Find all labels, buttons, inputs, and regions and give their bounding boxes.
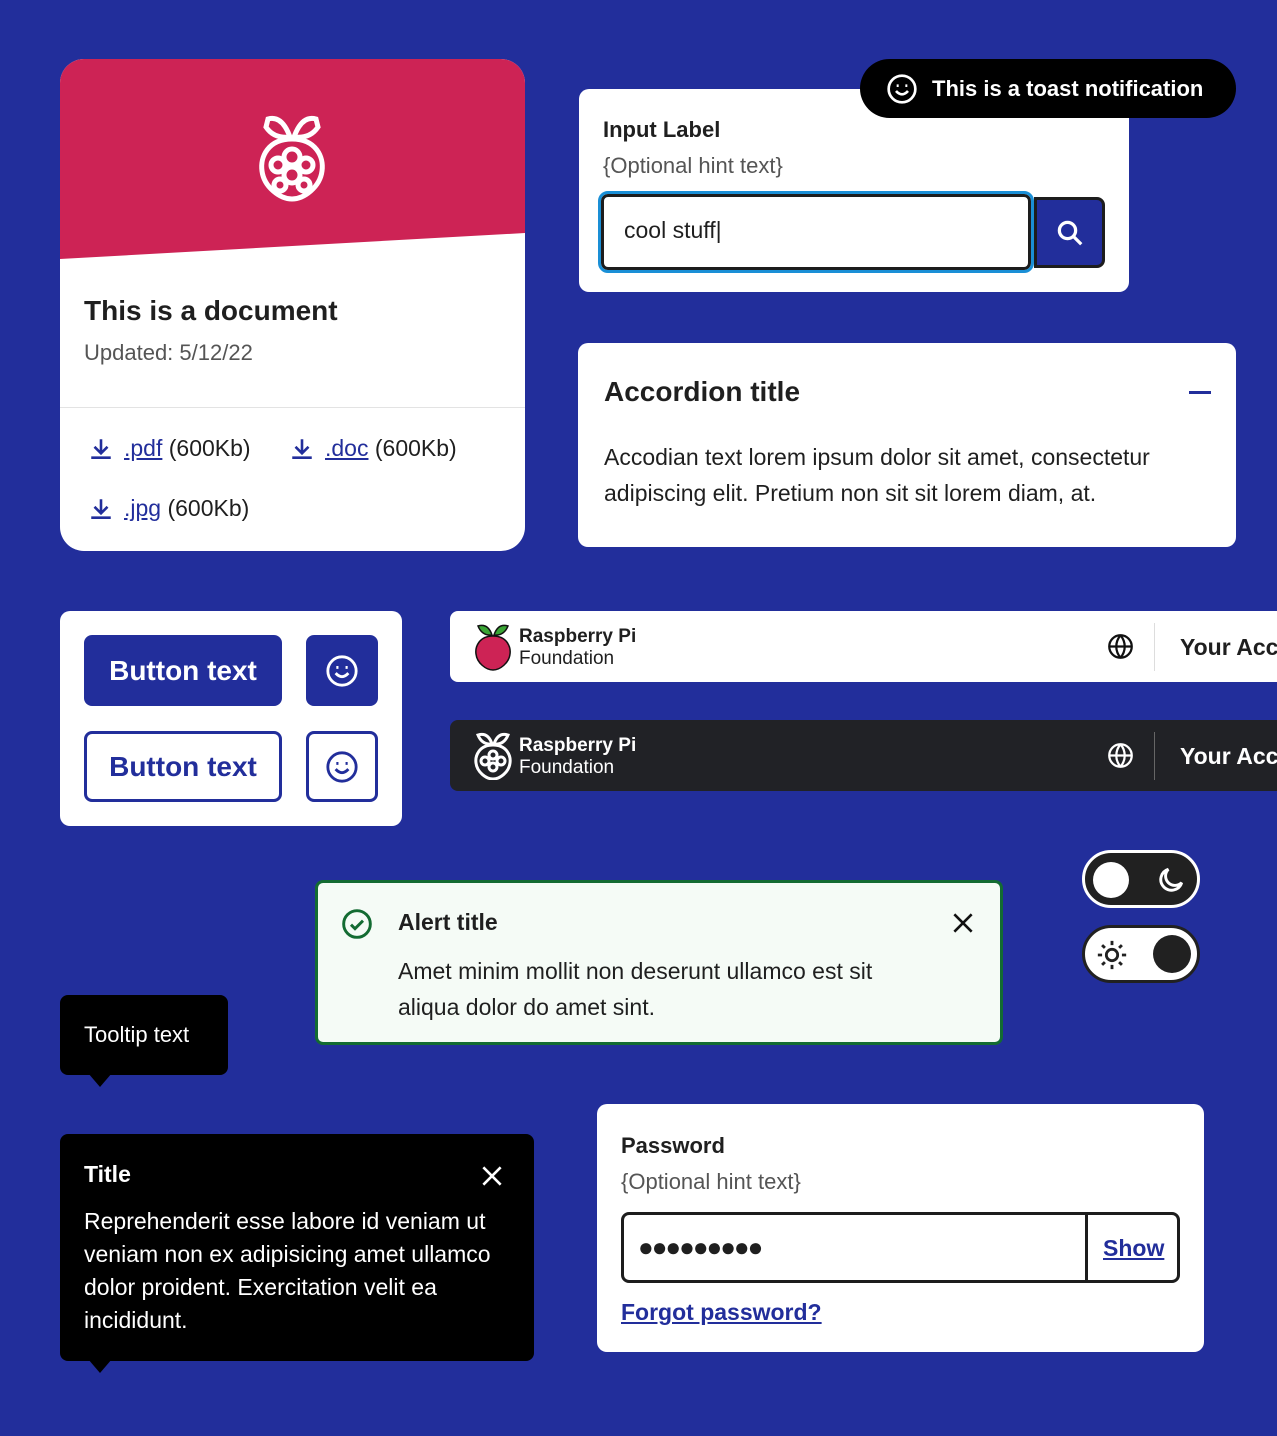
toggle-knob: [1153, 935, 1191, 973]
divider: [1154, 623, 1155, 671]
accordion-title[interactable]: Accordion title: [604, 376, 800, 408]
close-icon[interactable]: [950, 910, 976, 936]
smiley-icon: [325, 654, 359, 688]
file-size: (600Kb): [167, 495, 250, 521]
theme-toggle-dark[interactable]: [1082, 850, 1200, 908]
dialog-title: Title: [84, 1161, 131, 1187]
divider: [1154, 732, 1155, 780]
primary-button[interactable]: Button text: [84, 635, 282, 706]
sun-icon: [1095, 938, 1129, 972]
globe-icon[interactable]: [1107, 742, 1134, 769]
file-ext[interactable]: .doc: [325, 435, 368, 461]
buttons-card: Button text Button text: [60, 611, 402, 826]
secondary-icon-button[interactable]: [306, 731, 378, 802]
raspberry-logo-icon[interactable]: [474, 732, 512, 780]
search-icon: [1055, 218, 1085, 248]
accordion: Accordion title Accodian text lorem ipsu…: [578, 343, 1236, 547]
password-card: Password {Optional hint text} ●●●●●●●●● …: [597, 1104, 1204, 1352]
password-input[interactable]: ●●●●●●●●● Show: [621, 1212, 1180, 1283]
search-input-card: Input Label {Optional hint text} cool st…: [579, 89, 1129, 292]
secondary-button[interactable]: Button text: [84, 731, 282, 802]
theme-toggle-light[interactable]: [1082, 925, 1200, 983]
divider: [1085, 1215, 1088, 1280]
account-link[interactable]: Your Acc: [1180, 634, 1277, 661]
alert-title: Alert title: [398, 909, 498, 935]
dialog-tooltip: Title Reprehenderit esse labore id venia…: [60, 1134, 534, 1373]
search-input-value: cool stuff|: [624, 217, 722, 243]
password-hint: {Optional hint text}: [621, 1169, 801, 1194]
search-button[interactable]: [1034, 197, 1105, 268]
dialog-body: Reprehenderit esse labore id veniam ut v…: [84, 1208, 491, 1333]
file-link-jpg[interactable]: .jpg (600Kb): [88, 495, 249, 522]
site-header-dark: Raspberry Pi Foundation Your Acc: [450, 720, 1277, 791]
close-icon[interactable]: [479, 1163, 505, 1189]
primary-icon-button[interactable]: [306, 635, 378, 706]
raspberry-logo-icon: [258, 113, 326, 203]
minus-icon[interactable]: [1189, 391, 1211, 394]
globe-icon[interactable]: [1107, 633, 1134, 660]
download-icon: [88, 436, 114, 462]
toast-notification: This is a toast notification: [860, 59, 1236, 118]
tooltip-pointer: [88, 1359, 112, 1373]
document-updated: Updated: 5/12/22: [84, 340, 253, 365]
raspberry-logo-icon[interactable]: [474, 623, 512, 671]
check-circle-icon: [341, 908, 373, 940]
password-value: ●●●●●●●●●: [638, 1232, 763, 1262]
account-link[interactable]: Your Acc: [1180, 743, 1277, 770]
show-password-button[interactable]: Show: [1103, 1235, 1164, 1262]
moon-icon: [1155, 864, 1187, 896]
file-size: (600Kb): [168, 435, 251, 461]
toast-text: This is a toast notification: [932, 75, 1204, 101]
tooltip-pointer: [88, 1073, 112, 1087]
document-title: This is a document: [84, 295, 338, 326]
accordion-body: Accodian text lorem ipsum dolor sit amet…: [604, 444, 1150, 506]
input-label: Input Label: [603, 117, 721, 142]
input-hint: {Optional hint text}: [603, 153, 783, 178]
toggle-knob: [1093, 862, 1129, 898]
file-ext[interactable]: .jpg: [124, 495, 161, 521]
site-header-light: Raspberry Pi Foundation Your Acc: [450, 611, 1277, 682]
smiley-icon: [886, 73, 918, 105]
tooltip: Tooltip text: [60, 995, 228, 1087]
file-link-doc[interactable]: .doc (600Kb): [289, 435, 457, 462]
forgot-password-link[interactable]: Forgot password?: [621, 1299, 822, 1326]
smiley-icon: [325, 750, 359, 784]
success-alert: Alert title Amet minim mollit non deseru…: [315, 880, 1003, 1045]
brand-line1: Raspberry Pi: [519, 626, 637, 647]
document-card: This is a document Updated: 5/12/22 .pdf…: [60, 59, 525, 551]
file-ext[interactable]: .pdf: [124, 435, 162, 461]
brand-line2: Foundation: [519, 757, 615, 778]
tooltip-text: Tooltip text: [84, 1022, 190, 1047]
download-icon: [289, 436, 315, 462]
brand-line2: Foundation: [519, 648, 615, 669]
alert-body: Amet minim mollit non deserunt ullamco e…: [398, 958, 873, 1020]
file-size: (600Kb): [374, 435, 457, 461]
divider: [60, 407, 525, 408]
download-icon: [88, 496, 114, 522]
brand-line1: Raspberry Pi: [519, 735, 637, 756]
password-label: Password: [621, 1133, 725, 1158]
search-input[interactable]: cool stuff|: [598, 191, 1034, 273]
file-link-pdf[interactable]: .pdf (600Kb): [88, 435, 251, 462]
